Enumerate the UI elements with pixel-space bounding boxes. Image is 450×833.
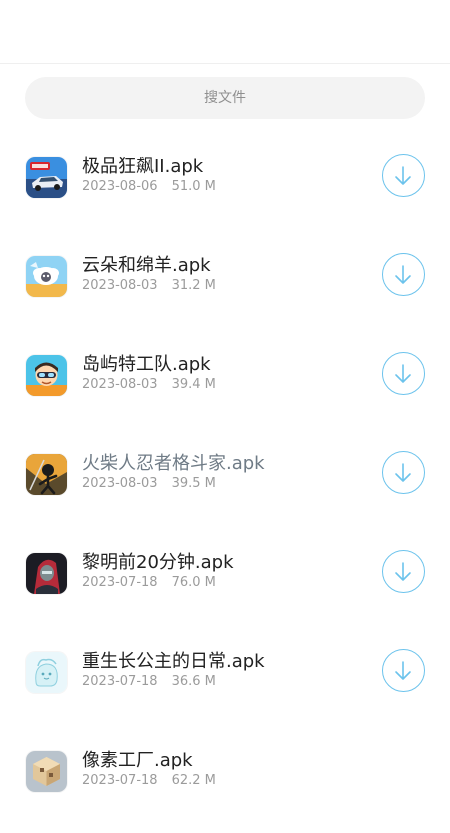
file-date: 2023-08-03 bbox=[82, 278, 158, 293]
file-size: 39.4 M bbox=[171, 377, 216, 392]
list-item[interactable]: 火柴人忍者格斗家.apk 2023-08-03 39.5 M bbox=[0, 437, 450, 536]
file-meta: 2023-07-18 36.6 M bbox=[82, 674, 216, 689]
file-date: 2023-08-03 bbox=[82, 476, 158, 491]
file-date: 2023-07-18 bbox=[82, 773, 158, 788]
download-button[interactable] bbox=[382, 154, 425, 197]
download-button[interactable] bbox=[382, 550, 425, 593]
file-size: 31.2 M bbox=[171, 278, 216, 293]
file-meta: 2023-08-03 31.2 M bbox=[82, 278, 216, 293]
file-meta: 2023-08-03 39.5 M bbox=[82, 476, 216, 491]
file-size: 62.2 M bbox=[171, 773, 216, 788]
download-button[interactable] bbox=[382, 253, 425, 296]
island-agent-icon bbox=[26, 355, 67, 396]
file-size: 36.6 M bbox=[171, 674, 216, 689]
file-name: 重生长公主的日常.apk bbox=[82, 651, 265, 672]
list-item[interactable]: 岛屿特工队.apk 2023-08-03 39.4 M bbox=[0, 338, 450, 437]
file-date: 2023-08-03 bbox=[82, 377, 158, 392]
list-item[interactable]: 黎明前20分钟.apk 2023-07-18 76.0 M bbox=[0, 536, 450, 635]
file-size: 51.0 M bbox=[171, 179, 216, 194]
top-bar bbox=[0, 0, 450, 64]
list-item[interactable]: 像素工厂.apk 2023-07-18 62.2 M bbox=[0, 734, 450, 833]
download-arrow-icon bbox=[395, 561, 411, 581]
search-input[interactable] bbox=[25, 77, 425, 119]
file-date: 2023-08-06 bbox=[82, 179, 158, 194]
file-list: 极品狂飙II.apk 2023-08-06 51.0 M 云朵和绵羊.apk 2… bbox=[0, 140, 450, 833]
file-date: 2023-07-18 bbox=[82, 674, 158, 689]
pixel-factory-icon bbox=[26, 751, 67, 792]
dark-hero-icon bbox=[26, 553, 67, 594]
file-size: 76.0 M bbox=[171, 575, 216, 590]
download-arrow-icon bbox=[395, 660, 411, 680]
file-meta: 2023-08-06 51.0 M bbox=[82, 179, 216, 194]
stickman-ninja-icon bbox=[26, 454, 67, 495]
list-item[interactable]: 云朵和绵羊.apk 2023-08-03 31.2 M bbox=[0, 239, 450, 338]
file-meta: 2023-07-18 62.2 M bbox=[82, 773, 216, 788]
download-button[interactable] bbox=[382, 451, 425, 494]
file-name: 火柴人忍者格斗家.apk bbox=[82, 453, 265, 474]
file-name: 极品狂飙II.apk bbox=[82, 156, 204, 177]
file-name: 像素工厂.apk bbox=[82, 750, 193, 771]
file-name: 岛屿特工队.apk bbox=[82, 354, 211, 375]
file-name: 黎明前20分钟.apk bbox=[82, 552, 234, 573]
sheep-cloud-icon bbox=[26, 256, 67, 297]
download-arrow-icon bbox=[395, 363, 411, 383]
file-meta: 2023-08-03 39.4 M bbox=[82, 377, 216, 392]
download-arrow-icon bbox=[395, 462, 411, 482]
file-size: 39.5 M bbox=[171, 476, 216, 491]
princess-icon bbox=[26, 652, 67, 693]
download-button[interactable] bbox=[382, 649, 425, 692]
file-date: 2023-07-18 bbox=[82, 575, 158, 590]
download-arrow-icon bbox=[395, 165, 411, 185]
list-item[interactable]: 重生长公主的日常.apk 2023-07-18 36.6 M bbox=[0, 635, 450, 734]
racing-car-icon bbox=[26, 157, 67, 198]
download-button[interactable] bbox=[382, 352, 425, 395]
file-name: 云朵和绵羊.apk bbox=[82, 255, 211, 276]
download-arrow-icon bbox=[395, 264, 411, 284]
list-item[interactable]: 极品狂飙II.apk 2023-08-06 51.0 M bbox=[0, 140, 450, 239]
file-meta: 2023-07-18 76.0 M bbox=[82, 575, 216, 590]
